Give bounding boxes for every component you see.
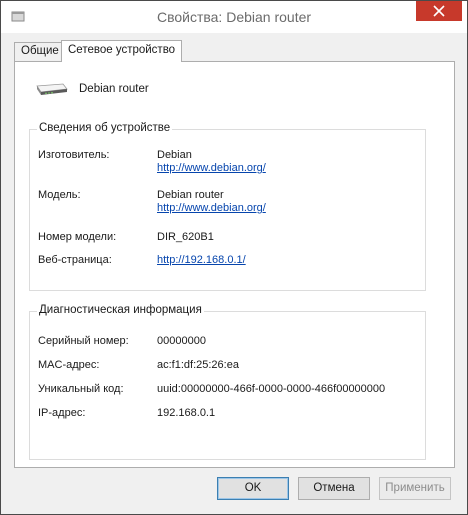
tab-general[interactable]: Общие — [14, 42, 66, 61]
webpage-link[interactable]: http://192.168.0.1/ — [157, 254, 246, 266]
cancel-button[interactable]: Отмена — [298, 477, 370, 500]
apply-button[interactable]: Применить — [379, 477, 451, 500]
device-info-group: Сведения об устройстве Изготовитель: Deb… — [29, 122, 426, 291]
webpage-label: Веб-страница: — [38, 254, 112, 266]
window-title: Свойства: Debian router — [156, 9, 312, 25]
close-icon — [433, 5, 445, 17]
serial-label: Серийный номер: — [38, 335, 129, 347]
uid-label: Уникальный код: — [38, 383, 124, 395]
close-button[interactable] — [416, 1, 462, 21]
mac-value: ac:f1:df:25:26:ea — [157, 359, 239, 371]
router-icon — [36, 83, 68, 95]
model-link[interactable]: http://www.debian.org/ — [157, 202, 266, 214]
device-name: Debian router — [79, 83, 149, 95]
diagnostics-group: Диагностическая информация Серийный номе… — [29, 304, 426, 460]
serial-value: 00000000 — [157, 335, 206, 347]
tab-network-device[interactable]: Сетевое устройство — [61, 40, 183, 62]
ip-value: 192.168.0.1 — [157, 407, 216, 419]
model-label: Модель: — [38, 189, 81, 201]
uid-value: uuid:00000000-466f-0000-0000-466f0000000… — [157, 383, 386, 395]
tab-panel: Debian router Сведения об устройстве Изг… — [14, 61, 455, 468]
manufacturer-link[interactable]: http://www.debian.org/ — [157, 162, 266, 174]
manufacturer-name: Debian — [157, 149, 192, 161]
model-number: DIR_620B1 — [157, 231, 214, 243]
model-number-label: Номер модели: — [38, 231, 117, 243]
title-bar[interactable]: Свойства: Debian router — [1, 1, 467, 33]
model-name: Debian router — [157, 189, 224, 201]
ip-label: IP-адрес: — [38, 407, 86, 419]
device-info-title: Сведения об устройстве — [37, 122, 173, 134]
diagnostics-title: Диагностическая информация — [37, 304, 204, 316]
mac-label: MAC-адрес: — [38, 359, 100, 371]
properties-window: Свойства: Debian router Общие Сетевое ус… — [0, 0, 468, 515]
ok-button[interactable]: OK — [217, 477, 289, 500]
manufacturer-label: Изготовитель: — [38, 149, 110, 161]
